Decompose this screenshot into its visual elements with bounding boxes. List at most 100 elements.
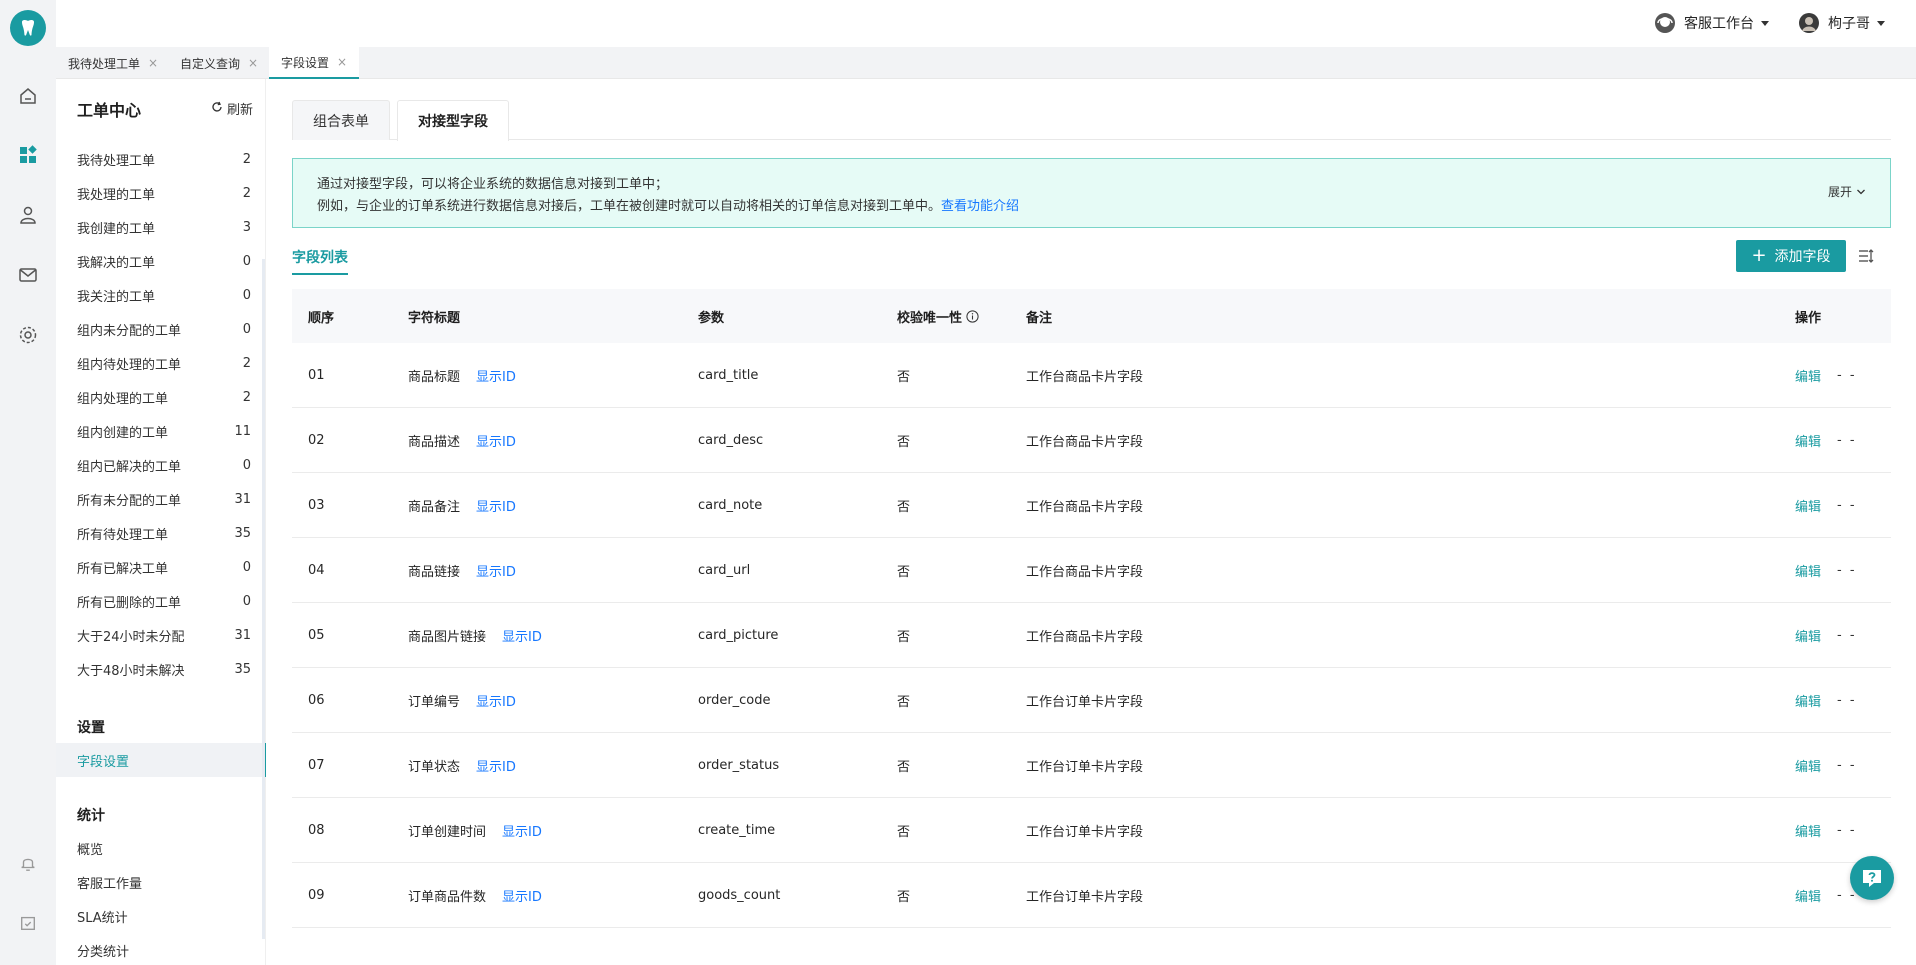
show-id-link[interactable]: 显示ID bbox=[502, 626, 542, 645]
sidebar-item-label: 组内未分配的工单 bbox=[77, 323, 182, 339]
sidebar-item-my-pending[interactable]: 我待处理工单 2 bbox=[77, 142, 251, 176]
sidebar-item-over-48h[interactable]: 大于48小时未解决 35 bbox=[77, 652, 251, 686]
sidebar-item-all-unassigned[interactable]: 所有未分配的工单 31 bbox=[77, 482, 251, 516]
calendar-icon[interactable] bbox=[16, 911, 40, 935]
edit-link[interactable]: 编辑 bbox=[1795, 496, 1821, 515]
expand-label: 展开 bbox=[1827, 185, 1852, 199]
edit-link[interactable]: 编辑 bbox=[1795, 366, 1821, 385]
show-id-link[interactable]: 显示ID bbox=[476, 561, 516, 580]
show-id-link[interactable]: 显示ID bbox=[502, 886, 542, 905]
cell-param: order_status bbox=[698, 757, 780, 773]
edit-link[interactable]: 编辑 bbox=[1795, 821, 1821, 840]
edit-link[interactable]: 编辑 bbox=[1795, 756, 1821, 775]
edit-link[interactable]: 编辑 bbox=[1795, 691, 1821, 710]
sidebar-item-group-resolved[interactable]: 组内已解决的工单 0 bbox=[77, 448, 251, 482]
cell-note: 工作台订单卡片字段 bbox=[1026, 694, 1144, 710]
tab-integration-fields[interactable]: 对接型字段 bbox=[397, 100, 509, 141]
tab-combined-form[interactable]: 组合表单 bbox=[292, 100, 390, 140]
edit-link[interactable]: 编辑 bbox=[1795, 626, 1821, 645]
cell-param: card_picture bbox=[698, 627, 779, 643]
sidebar-item-label: 组内待处理的工单 bbox=[77, 357, 182, 373]
page-tab-field-settings[interactable]: 字段设置 × bbox=[269, 47, 360, 79]
page-tab-label: 我待处理工单 bbox=[68, 56, 141, 71]
cell-op: 编辑 - - bbox=[1795, 473, 1857, 537]
sidebar-item-count: 2 bbox=[242, 185, 251, 201]
sidebar-item-label: 我创建的工单 bbox=[77, 221, 156, 237]
table-row: 07 订单状态 显示ID order_status 否 工作台订单卡片字段 编辑 -… bbox=[292, 733, 1891, 798]
sidebar-item-category-stats[interactable]: 分类统计 bbox=[77, 933, 251, 965]
feature-intro-link[interactable]: 查看功能介绍 bbox=[941, 199, 1019, 214]
sidebar-item-group-created[interactable]: 组内创建的工单 11 bbox=[77, 414, 251, 448]
sidebar-item-label: 组内创建的工单 bbox=[77, 425, 169, 441]
refresh-label: 刷新 bbox=[226, 103, 253, 118]
edit-link[interactable]: 编辑 bbox=[1795, 431, 1821, 450]
sidebar-item-count: 0 bbox=[242, 287, 251, 303]
sidebar-item-my-resolved[interactable]: 我解决的工单 0 bbox=[77, 244, 251, 278]
cell-unique: 否 bbox=[897, 824, 911, 840]
cell-param: goods_count bbox=[698, 887, 781, 903]
cell-param: card_title bbox=[698, 367, 759, 383]
help-chat-button[interactable] bbox=[1850, 856, 1894, 900]
expand-toggle[interactable]: 展开 bbox=[1828, 183, 1866, 200]
ticket-sidebar: 工单中心 刷新 我待处理工单 2 我处理的工单 2 我创建的工单 3 我解决的工单 0 … bbox=[56, 79, 266, 965]
sidebar-item-overview[interactable]: 概览 bbox=[77, 831, 251, 865]
sidebar-item-group-unassigned[interactable]: 组内未分配的工单 0 bbox=[77, 312, 251, 346]
show-id-link[interactable]: 显示ID bbox=[476, 366, 516, 385]
show-id-link[interactable]: 显示ID bbox=[476, 496, 516, 515]
col-header-title: 字符标题 bbox=[408, 310, 461, 326]
refresh-button[interactable]: 刷新 bbox=[211, 99, 253, 118]
cell-param: card_note bbox=[698, 497, 763, 513]
bell-icon[interactable] bbox=[16, 851, 40, 875]
sidebar-scrollbar[interactable] bbox=[262, 259, 265, 939]
plus-icon: + bbox=[1751, 245, 1767, 266]
close-icon[interactable]: × bbox=[148, 56, 158, 70]
cell-unique: 否 bbox=[897, 434, 911, 450]
page-tab-custom-query[interactable]: 自定义查询 × bbox=[168, 47, 270, 79]
settings-icon[interactable] bbox=[16, 323, 40, 347]
edit-link[interactable]: 编辑 bbox=[1795, 561, 1821, 580]
show-id-link[interactable]: 显示ID bbox=[476, 691, 516, 710]
sidebar-item-count: 0 bbox=[242, 321, 251, 337]
sidebar-item-my-handled[interactable]: 我处理的工单 2 bbox=[77, 176, 251, 210]
tooth-logo-icon[interactable] bbox=[10, 10, 46, 46]
sidebar-item-count: 2 bbox=[242, 151, 251, 167]
show-id-link[interactable]: 显示ID bbox=[476, 431, 516, 450]
sidebar-item-all-pending[interactable]: 所有待处理工单 35 bbox=[77, 516, 251, 550]
table-row: 08 订单创建时间 显示ID create_time 否 工作台订单卡片字段 编辑… bbox=[292, 798, 1891, 863]
icon-rail bbox=[0, 0, 56, 965]
user-menu[interactable]: 枸子哥 bbox=[1798, 12, 1885, 34]
sidebar-item-my-created[interactable]: 我创建的工单 3 bbox=[77, 210, 251, 244]
table-row: 05 商品图片链接 显示ID card_picture 否 工作台商品卡片字段 编… bbox=[292, 603, 1891, 668]
sidebar-item-all-resolved[interactable]: 所有已解决工单 0 bbox=[77, 550, 251, 584]
col-header-seq: 顺序 bbox=[308, 310, 335, 326]
sidebar-item-agent-workload[interactable]: 客服工作量 bbox=[77, 865, 251, 899]
edit-link[interactable]: 编辑 bbox=[1795, 886, 1821, 905]
mail-icon[interactable] bbox=[16, 263, 40, 287]
sidebar-item-field-settings[interactable]: 字段设置 bbox=[56, 743, 266, 777]
chevron-down-icon bbox=[1877, 20, 1885, 26]
sidebar-item-count: 35 bbox=[234, 661, 251, 677]
sidebar-item-count: 0 bbox=[242, 253, 251, 269]
close-icon[interactable]: × bbox=[337, 55, 347, 69]
add-field-button[interactable]: + 添加字段 bbox=[1736, 240, 1846, 272]
show-id-link[interactable]: 显示ID bbox=[502, 821, 542, 840]
sidebar-item-sla-stats[interactable]: SLA统计 bbox=[77, 899, 251, 933]
field-list-tab[interactable]: 字段列表 bbox=[292, 247, 348, 275]
sidebar-item-label: 所有未分配的工单 bbox=[77, 493, 182, 509]
sidebar-item-group-handled[interactable]: 组内处理的工单 2 bbox=[77, 380, 251, 414]
sidebar-item-my-followed[interactable]: 我关注的工单 0 bbox=[77, 278, 251, 312]
column-settings-icon[interactable] bbox=[1855, 245, 1877, 267]
show-id-link[interactable]: 显示ID bbox=[476, 756, 516, 775]
sidebar-item-group-pending[interactable]: 组内待处理的工单 2 bbox=[77, 346, 251, 380]
page-tab-my-pending[interactable]: 我待处理工单 × bbox=[56, 47, 170, 79]
info-circle-icon[interactable] bbox=[966, 309, 979, 323]
home-icon[interactable] bbox=[16, 84, 40, 108]
dashboard-icon[interactable] bbox=[16, 143, 40, 167]
workspace-switch[interactable]: 客服工作台 bbox=[1654, 12, 1769, 34]
sidebar-item-over-24h[interactable]: 大于24小时未分配 31 bbox=[77, 618, 251, 652]
sidebar-item-all-deleted[interactable]: 所有已删除的工单 0 bbox=[77, 584, 251, 618]
main-content: 组合表单 对接型字段 通过对接型字段，可以将企业系统的数据信息对接到工单中； 例… bbox=[267, 79, 1916, 965]
close-icon[interactable]: × bbox=[248, 56, 258, 70]
sidebar-item-count: 0 bbox=[242, 457, 251, 473]
user-icon[interactable] bbox=[16, 203, 40, 227]
